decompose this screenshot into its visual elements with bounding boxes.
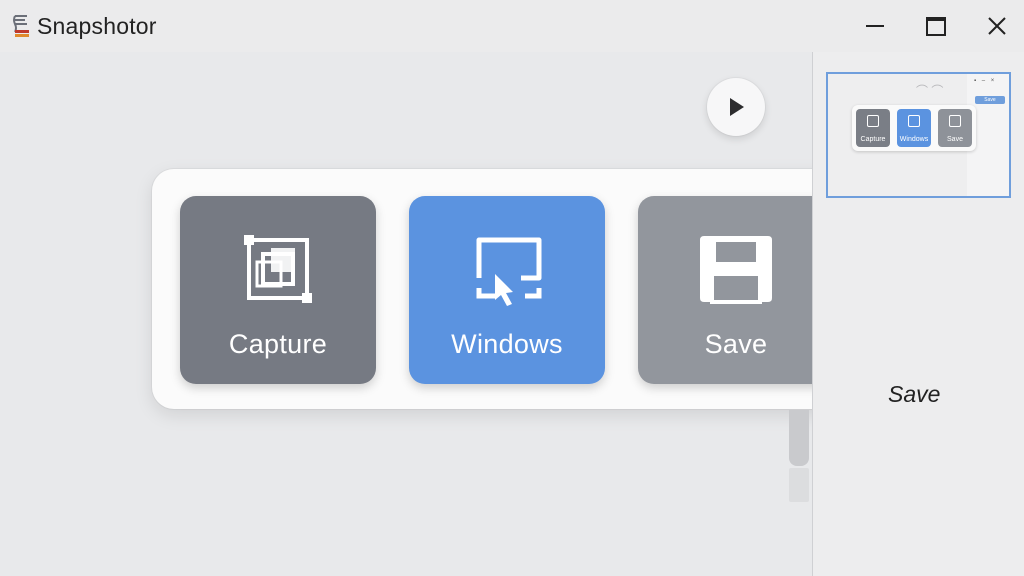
thumbnail-save-icon (949, 115, 961, 127)
close-icon (988, 17, 1006, 35)
thumbnail-window-controls-icon: ▪ – × (974, 78, 997, 84)
thumbnail-tile-save: Save (938, 109, 972, 147)
capture-label: Capture (228, 329, 328, 359)
windows-button[interactable]: Windows (409, 196, 605, 384)
app-title: Snapshotor (37, 13, 157, 39)
side-pane-label: Save (888, 381, 941, 407)
play-icon (730, 98, 744, 116)
thumbnail-panel: Capture Windows Save (852, 105, 976, 151)
capture-icon (244, 235, 312, 303)
save-icon (700, 236, 772, 304)
thumbnail-swirl-icon: ⌒ ⌒ (916, 84, 944, 98)
save-label: Save (704, 329, 768, 359)
capture-button[interactable]: Capture (180, 196, 376, 384)
maximize-icon (926, 17, 946, 36)
thumbnail-window-icon (908, 115, 920, 127)
save-button[interactable]: Save (638, 196, 834, 384)
preview-thumbnail[interactable]: ⌒ ⌒ ▪ – × Save Capture Windows Save (826, 72, 1011, 198)
play-button[interactable] (707, 78, 765, 136)
scrollbar-thumb[interactable] (789, 410, 809, 466)
window-select-icon (476, 237, 542, 306)
minimize-button[interactable] (855, 8, 895, 44)
app-window: Snapshotor Capture Windows Save ⌒ ⌒ ▪ – … (0, 0, 1024, 576)
action-panel: Capture Windows Save (152, 169, 861, 409)
thumbnail-tile-windows: Windows (897, 109, 931, 147)
scrollbar-track[interactable] (789, 468, 809, 502)
thumbnail-tile-capture: Capture (856, 109, 890, 147)
thumbnail-button: Save (975, 96, 1005, 104)
close-button[interactable] (977, 8, 1017, 44)
maximize-button[interactable] (916, 8, 956, 44)
thumbnail-capture-icon (867, 115, 879, 127)
app-logo-icon (12, 14, 32, 38)
windows-label: Windows (451, 329, 563, 359)
title-bar: Snapshotor (0, 0, 1024, 52)
minimize-icon (866, 25, 884, 27)
